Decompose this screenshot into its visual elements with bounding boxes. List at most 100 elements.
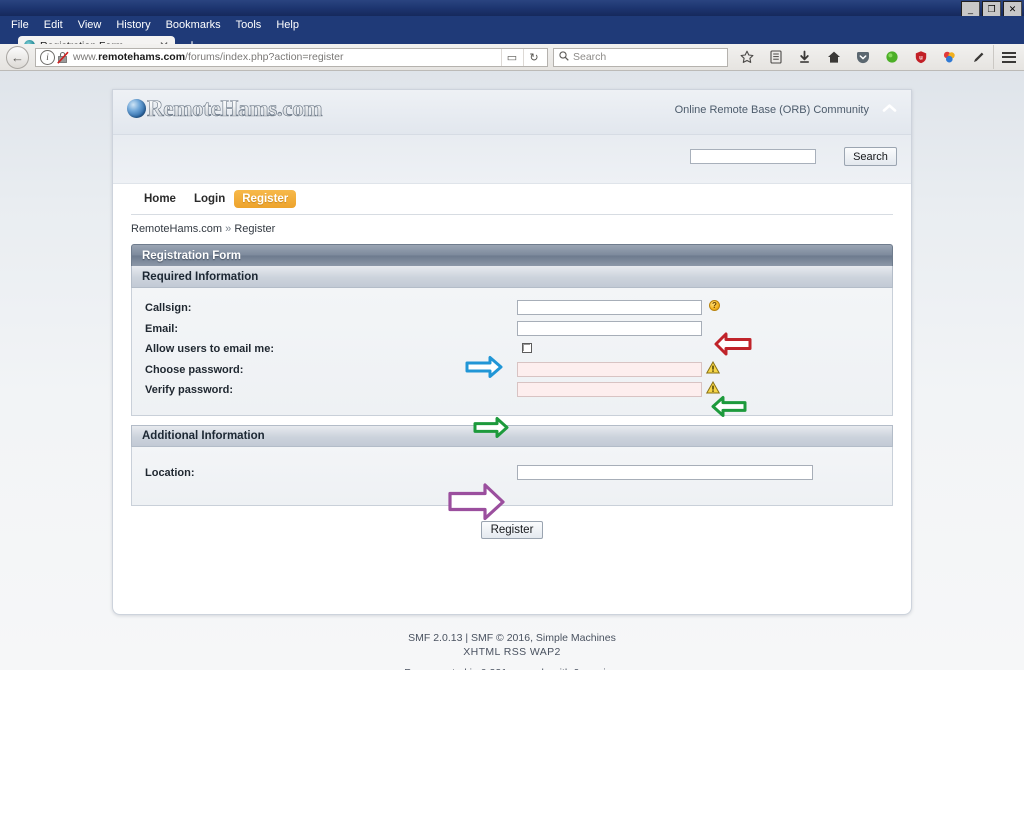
url-path: /forums/index.php?action=register	[185, 51, 344, 63]
pencil-icon[interactable]	[964, 45, 993, 69]
address-bar-icons: ▭ ↻	[501, 48, 547, 66]
search-icon	[559, 50, 569, 64]
browser-toolbar: ← i www.remotehams.com/forums/index.php?…	[0, 44, 1024, 71]
library-icon[interactable]	[761, 45, 790, 69]
site-footer: SMF 2.0.13 | SMF © 2016, Simple Machines…	[0, 631, 1024, 670]
input-email[interactable]	[517, 320, 702, 336]
pocket-icon[interactable]	[848, 45, 877, 69]
close-button[interactable]: ✕	[1003, 1, 1022, 17]
restore-icon: ❐	[987, 3, 996, 14]
addon-colorful-icon[interactable]	[935, 45, 964, 69]
site-tagline: Online Remote Base (ORB) Community	[674, 104, 869, 116]
site-search-band: Search	[113, 135, 911, 184]
menu-history[interactable]: History	[109, 18, 157, 32]
input-choose-password[interactable]	[517, 361, 702, 377]
nav-item-home[interactable]: Home	[135, 193, 185, 205]
label-verify-password: Verify password:	[145, 384, 234, 396]
label-email: Email:	[145, 322, 179, 335]
label-location: Location:	[145, 466, 195, 479]
close-icon: ✕	[1008, 3, 1017, 14]
globe-icon	[127, 99, 146, 118]
address-bar[interactable]: i www.remotehams.com/forums/index.php?ac…	[35, 47, 548, 67]
checkbox-allow-users-to-email-me[interactable]	[522, 343, 532, 353]
bottom-padding	[131, 539, 893, 569]
field-row-choose-password: Choose password:	[132, 360, 892, 383]
field-row-callsign: Callsign: ?	[132, 300, 892, 321]
addon-red-icon[interactable]: u	[906, 45, 935, 69]
required-information-header: Required Information	[131, 266, 893, 288]
site-header: RemoteHams.com Online Remote Base (ORB) …	[113, 90, 911, 135]
field-row-allow-email: Allow users to email me:	[132, 341, 892, 362]
registration-form-title-bar: Registration Form	[131, 244, 893, 266]
reload-icon[interactable]: ↻	[523, 48, 544, 66]
url-text: www.remotehams.com/forums/index.php?acti…	[73, 51, 501, 63]
broken-lock-icon[interactable]	[57, 51, 69, 64]
field-row-email: Email:	[132, 320, 892, 342]
svg-text:u: u	[919, 56, 923, 62]
logo-text: RemoteHams.com	[147, 96, 323, 121]
menu-edit[interactable]: Edit	[37, 18, 70, 32]
menu-help[interactable]: Help	[269, 18, 306, 32]
window-controls: _ ❐ ✕	[961, 1, 1022, 17]
additional-information-header: Additional Information	[131, 424, 893, 447]
required-information-label: Required Information	[142, 270, 259, 283]
menu-icon[interactable]	[993, 45, 1023, 69]
page-viewport: RemoteHams.com Online Remote Base (ORB) …	[0, 71, 1024, 670]
page-title: Registration Form	[142, 249, 242, 262]
breadcrumb: RemoteHams.com » Register	[131, 215, 893, 235]
site-logo[interactable]: RemoteHams.com	[127, 96, 323, 121]
hamburger-lines	[1001, 51, 1016, 63]
identity-info-icon[interactable]: i	[40, 49, 55, 65]
reader-mode-icon[interactable]: ▭	[501, 48, 522, 66]
footer-line-1: SMF 2.0.13 | SMF © 2016, Simple Machines	[408, 632, 616, 644]
menu-tools[interactable]: Tools	[229, 18, 269, 32]
nav-item-register[interactable]: Register	[234, 190, 297, 208]
back-button[interactable]: ←	[6, 45, 29, 69]
addon-green-icon[interactable]	[877, 45, 906, 69]
breadcrumb-wrap: RemoteHams.com » Register	[113, 214, 911, 244]
warning-icon-choose-password	[705, 360, 721, 374]
downloads-icon[interactable]	[790, 45, 819, 69]
help-icon[interactable]: ?	[709, 300, 720, 311]
site-wrapper: RemoteHams.com Online Remote Base (ORB) …	[112, 89, 912, 615]
footer-line-3: Page created in 0.331 seconds with 9 que…	[0, 666, 1024, 670]
browser-window: _ ❐ ✕ File Edit View History Bookmarks T…	[0, 0, 1024, 816]
minimize-button[interactable]: _	[961, 1, 980, 17]
url-prefix: www.	[73, 51, 99, 63]
menu-file[interactable]: File	[4, 18, 36, 32]
collapse-chevron-up-icon[interactable]	[881, 103, 897, 117]
required-fields-box: Callsign: ? Email: Allow users to email …	[131, 288, 893, 416]
site-search-button[interactable]: Search	[844, 147, 897, 166]
bookmark-star-icon[interactable]	[732, 45, 761, 69]
site-search-input[interactable]	[690, 149, 816, 164]
site-nav: Home Login Register	[113, 184, 911, 214]
input-verify-password[interactable]	[517, 382, 702, 397]
warning-icon-verify-password	[705, 380, 721, 394]
field-row-verify-password: Verify password:	[132, 380, 892, 403]
home-icon[interactable]	[819, 45, 848, 69]
input-location[interactable]	[517, 464, 813, 480]
minimize-icon: _	[967, 3, 973, 14]
breadcrumb-separator: »	[225, 223, 232, 235]
submit-row: Register	[131, 506, 893, 539]
label-callsign: Callsign:	[145, 302, 192, 314]
nav-item-login[interactable]: Login	[185, 193, 234, 205]
input-callsign[interactable]	[517, 300, 702, 315]
browser-search-box[interactable]: Search	[553, 47, 728, 67]
registration-content: Registration Form Required Information C…	[113, 244, 911, 569]
search-placeholder: Search	[573, 51, 607, 63]
menu-bookmarks[interactable]: Bookmarks	[159, 18, 228, 32]
section-gap	[131, 415, 893, 425]
restore-button[interactable]: ❐	[982, 1, 1001, 17]
register-button[interactable]: Register	[480, 521, 544, 539]
back-arrow-icon: ←	[11, 49, 24, 65]
footer-line-2[interactable]: XHTML RSS WAP2	[0, 645, 1024, 659]
menu-view[interactable]: View	[71, 18, 109, 32]
breadcrumb-current: Register	[234, 223, 276, 235]
label-allow-users-to-email-me: Allow users to email me:	[145, 343, 274, 355]
field-row-location: Location:	[132, 464, 892, 486]
additional-fields-box: Location:	[131, 446, 893, 506]
additional-information-label: Additional Information	[142, 429, 265, 442]
breadcrumb-root[interactable]: RemoteHams.com	[131, 223, 222, 235]
toolbar-icons: u	[732, 45, 1023, 69]
